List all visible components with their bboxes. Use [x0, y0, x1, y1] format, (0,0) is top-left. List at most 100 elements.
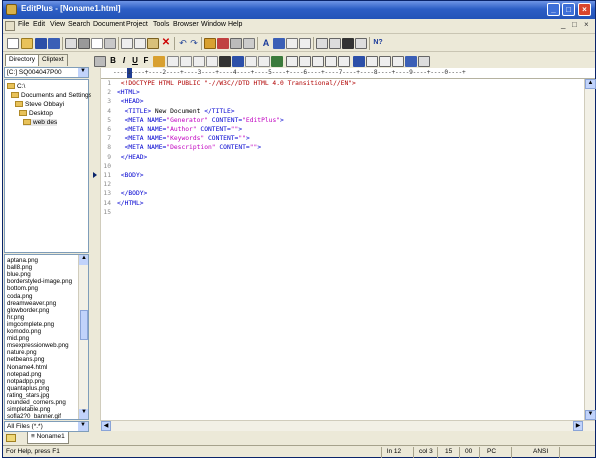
file-list-item[interactable]: hr.png: [7, 314, 24, 321]
align-right-icon[interactable]: [325, 56, 337, 67]
scroll-up-icon[interactable]: ▲: [79, 255, 88, 265]
link-icon[interactable]: [271, 56, 283, 67]
menu-tools[interactable]: Tools: [153, 21, 169, 28]
find-icon[interactable]: [104, 38, 116, 49]
chevron-down-icon[interactable]: ▼: [78, 422, 88, 431]
scroll-down-icon[interactable]: ▼: [79, 409, 88, 419]
horizontal-rule-icon[interactable]: [245, 56, 257, 67]
html-toolbar-icon[interactable]: [316, 38, 328, 49]
file-list-item[interactable]: dreamweaver.png: [7, 300, 56, 307]
line-number-icon[interactable]: [299, 38, 311, 49]
browser-view-icon[interactable]: [342, 38, 354, 49]
file-list-item[interactable]: imgcomplete.png: [7, 321, 54, 328]
paste-icon[interactable]: [147, 38, 159, 49]
title-bar[interactable]: EditPlus - [Noname1.html] _ □ ×: [3, 1, 595, 19]
file-list-item[interactable]: aptana.png: [7, 257, 38, 264]
table-icon[interactable]: [286, 56, 298, 67]
file-list-item[interactable]: notpadpp.png: [7, 378, 45, 385]
find-next-icon[interactable]: [217, 38, 229, 49]
tree-item-desktop[interactable]: Desktop: [19, 110, 53, 117]
editor-vertical-scrollbar[interactable]: ▲ ▼: [584, 79, 596, 420]
doc-minimize-button[interactable]: _: [561, 20, 565, 29]
file-list-item[interactable]: rating_stars.jpg: [7, 392, 49, 399]
font-tag-button[interactable]: F: [140, 56, 152, 65]
new-file-icon[interactable]: [7, 38, 19, 49]
color-picker-icon[interactable]: [153, 56, 165, 67]
scroll-down-icon[interactable]: ▼: [585, 410, 596, 420]
editor-horizontal-scrollbar[interactable]: ◀ ▶: [101, 420, 595, 431]
doc-close-button[interactable]: ×: [584, 20, 589, 29]
chevron-down-icon[interactable]: ▼: [78, 68, 88, 77]
form-icon[interactable]: [353, 56, 365, 67]
word-wrap-icon[interactable]: [273, 38, 285, 49]
file-list-scrollbar[interactable]: ▲ ▼: [78, 255, 88, 419]
heading-icon[interactable]: [206, 56, 218, 67]
tree-item-c-drive[interactable]: C:\: [7, 83, 25, 90]
file-list-item[interactable]: blue.png: [7, 271, 31, 278]
break-icon[interactable]: [180, 56, 192, 67]
scrollbar-thumb[interactable]: [80, 310, 88, 340]
drive-select[interactable]: [C:] SQ004047P00 ▼: [4, 67, 89, 78]
help-icon[interactable]: N?: [372, 38, 384, 49]
save-icon[interactable]: [35, 38, 47, 49]
tree-item-web-des[interactable]: web des: [23, 119, 58, 126]
cut-icon[interactable]: [121, 38, 133, 49]
comment-icon[interactable]: [258, 56, 270, 67]
file-list-item[interactable]: nature.png: [7, 349, 37, 356]
file-list-item[interactable]: glowborder.png: [7, 307, 49, 314]
menu-edit[interactable]: Edit: [33, 21, 45, 28]
spell-check-icon[interactable]: [91, 38, 103, 49]
goto-icon[interactable]: [243, 38, 255, 49]
maximize-button[interactable]: □: [562, 3, 575, 16]
file-list-item[interactable]: rounded_corners.png: [7, 399, 66, 406]
tile-windows-icon[interactable]: [355, 38, 367, 49]
replace-icon[interactable]: [230, 38, 242, 49]
menu-document[interactable]: Document: [93, 21, 125, 28]
menu-file[interactable]: File: [18, 21, 29, 28]
scroll-up-icon[interactable]: ▲: [585, 79, 596, 89]
redo-icon[interactable]: ↷: [188, 38, 200, 49]
file-list-item[interactable]: msexpressionweb.png: [7, 342, 69, 349]
tab-directory[interactable]: Directory: [5, 54, 40, 66]
nbsp-icon[interactable]: [167, 56, 179, 67]
menu-window[interactable]: Window: [201, 21, 226, 28]
menu-view[interactable]: View: [50, 21, 65, 28]
file-list-item[interactable]: sofla2?0_banner.gif: [7, 413, 61, 419]
textarea-icon[interactable]: [379, 56, 391, 67]
save-all-icon[interactable]: [48, 38, 60, 49]
file-list-item[interactable]: bottom.png: [7, 285, 38, 292]
menu-browser[interactable]: Browser: [173, 21, 199, 28]
open-folder-icon[interactable]: [21, 38, 33, 49]
output-window-icon[interactable]: [329, 38, 341, 49]
list-icon[interactable]: [338, 56, 350, 67]
file-list-item[interactable]: netbeans.png: [7, 356, 45, 363]
font-icon[interactable]: A: [260, 38, 272, 49]
tree-item-documents[interactable]: Documents and Settings: [11, 92, 92, 99]
paragraph-icon[interactable]: [193, 56, 205, 67]
file-list-item[interactable]: coda.png: [7, 293, 32, 300]
document-menu-icon[interactable]: [5, 21, 15, 31]
preview-icon[interactable]: [418, 56, 430, 67]
search-icon[interactable]: [204, 38, 216, 49]
file-list-item[interactable]: komodo.png: [7, 328, 41, 335]
scroll-left-icon[interactable]: ◀: [101, 421, 111, 431]
document-list-icon[interactable]: [6, 434, 16, 442]
code-editor[interactable]: 1 <!DOCTYPE HTML PUBLIC "-//W3C//DTD HTM…: [101, 79, 584, 420]
delete-icon[interactable]: ✕: [160, 38, 172, 49]
anchor-icon[interactable]: [219, 56, 231, 67]
tab-cliptext[interactable]: Cliptext: [38, 54, 68, 66]
input-icon[interactable]: [366, 56, 378, 67]
file-list-item[interactable]: Noname4.html: [7, 364, 47, 371]
file-list-item[interactable]: notepad.png: [7, 371, 41, 378]
menu-project[interactable]: Project: [126, 21, 148, 28]
tree-item-user[interactable]: Steve Obbayi: [15, 101, 64, 108]
print-icon[interactable]: [78, 38, 90, 49]
file-list-item[interactable]: borderstyled-image.png: [7, 278, 72, 285]
menu-search[interactable]: Search: [68, 21, 90, 28]
file-list-item[interactable]: mid.png: [7, 335, 29, 342]
doc-restore-button[interactable]: □: [572, 20, 577, 29]
tab-noname1[interactable]: ≡ Noname1: [27, 432, 69, 444]
copy-icon[interactable]: [134, 38, 146, 49]
file-filter-select[interactable]: All Files (*.*) ▼: [4, 421, 89, 432]
align-center-icon[interactable]: [312, 56, 324, 67]
